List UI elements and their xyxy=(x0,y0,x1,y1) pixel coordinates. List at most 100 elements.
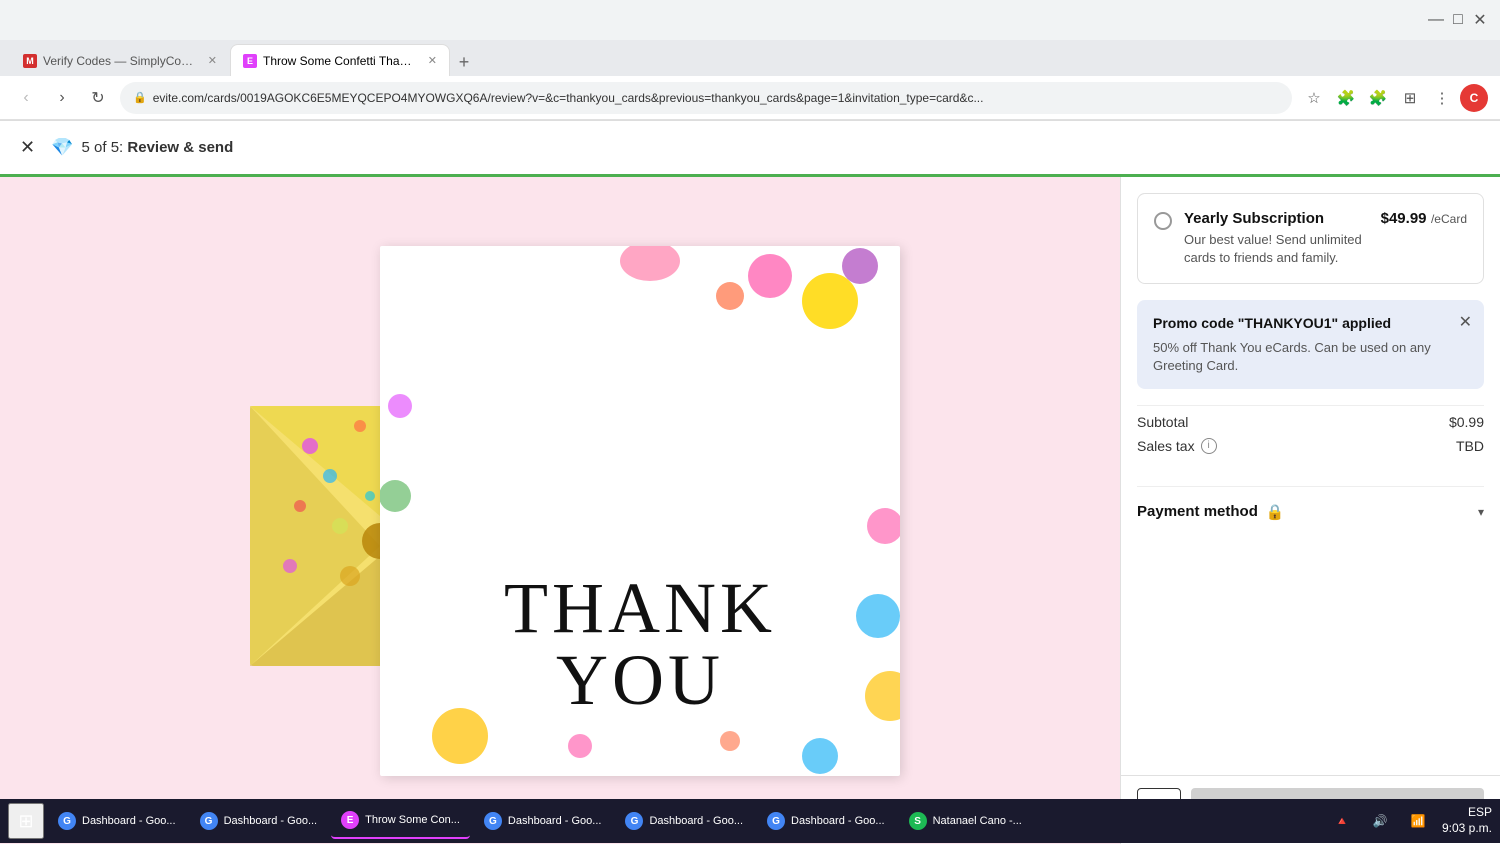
promo-section: Promo code "THANKYOU1" applied 50% off T… xyxy=(1137,300,1484,389)
subscription-info: Yearly Subscription Our best value! Send… xyxy=(1184,210,1369,267)
taskbar-network-icon[interactable]: 📶 xyxy=(1404,807,1432,835)
browser-chrome: — □ ✕ M Verify Codes — SimplyCodes ✕ E T… xyxy=(0,0,1500,121)
payment-chevron-icon[interactable]: ▾ xyxy=(1478,505,1484,519)
back-nav-button[interactable]: ‹ xyxy=(12,84,40,112)
more-menu-button[interactable]: ⋮ xyxy=(1428,84,1456,112)
taskbar-label-5: Dashboard - Goo... xyxy=(791,815,885,827)
card-text-area: THANK YOU xyxy=(380,572,900,716)
app-header: ✕ 💎 5 of 5: Review & send xyxy=(0,121,1500,177)
taskbar-item-0[interactable]: G Dashboard - Goo... xyxy=(48,803,186,839)
taskbar-favicon-0: G xyxy=(58,812,76,830)
tab1-favicon: M xyxy=(23,54,37,68)
taskbar-favicon-2: E xyxy=(341,811,359,829)
nav-right-controls: ☆ 🧩 🧩 ⊞ ⋮ C xyxy=(1300,84,1488,112)
taskbar-item-3[interactable]: G Dashboard - Goo... xyxy=(474,803,612,839)
profile-button[interactable]: C xyxy=(1460,84,1488,112)
payment-title-text: Payment method xyxy=(1137,503,1258,520)
card-you-text: YOU xyxy=(380,644,900,716)
taskbar-item-1[interactable]: G Dashboard - Goo... xyxy=(190,803,328,839)
progress-indicator: 💎 5 of 5: Review & send xyxy=(51,137,233,158)
bookmark-button[interactable]: ☆ xyxy=(1300,84,1328,112)
taskbar-label-2: Throw Some Con... xyxy=(365,814,460,826)
taskbar-item-4[interactable]: G Dashboard - Goo... xyxy=(615,803,753,839)
tab-verify-codes[interactable]: M Verify Codes — SimplyCodes ✕ xyxy=(10,44,230,76)
right-sidebar: Yearly Subscription Our best value! Send… xyxy=(1120,177,1500,844)
reload-button[interactable]: ↻ xyxy=(84,84,112,112)
taskbar-volume-icon[interactable]: 🔊 xyxy=(1366,807,1394,835)
thankyou-card: THANK YOU xyxy=(380,246,900,776)
promo-close-button[interactable]: ✕ xyxy=(1459,312,1472,332)
promo-title: Promo code "THANKYOU1" applied xyxy=(1153,314,1468,332)
payment-header[interactable]: Payment method 🔒 ▾ xyxy=(1137,503,1484,521)
sales-tax-text: Sales tax xyxy=(1137,438,1195,454)
taskbar-favicon-6: S xyxy=(909,812,927,830)
taskbar-time: ESP 9:03 p.m. xyxy=(1442,805,1492,836)
subscription-option[interactable]: Yearly Subscription Our best value! Send… xyxy=(1137,193,1484,284)
subscription-title: Yearly Subscription xyxy=(1184,210,1369,227)
tab-bar: M Verify Codes — SimplyCodes ✕ E Throw S… xyxy=(0,40,1500,76)
taskbar-item-6[interactable]: S Natanael Cano -... xyxy=(899,803,1032,839)
card-preview-area: THANK YOU xyxy=(0,177,1120,844)
taskbar-favicon-1: G xyxy=(200,812,218,830)
taskbar-favicon-3: G xyxy=(484,812,502,830)
subscription-price: $49.99 xyxy=(1381,210,1427,227)
address-bar[interactable]: 🔒 evite.com/cards/0019AGOKC6E5MEYQCEPO4M… xyxy=(120,82,1292,114)
title-bar: — □ ✕ xyxy=(0,0,1500,40)
close-window-button[interactable]: ✕ xyxy=(1472,12,1488,28)
app-close-button[interactable]: ✕ xyxy=(20,137,35,158)
taskbar-clock: 9:03 p.m. xyxy=(1442,821,1492,837)
window-controls[interactable]: — □ ✕ xyxy=(1428,12,1488,28)
taskbar-item-5[interactable]: G Dashboard - Goo... xyxy=(757,803,895,839)
tab2-label: Throw Some Confetti Thank Yo... xyxy=(263,54,418,68)
taskbar-language: ESP xyxy=(1442,805,1492,821)
maximize-button[interactable]: □ xyxy=(1450,12,1466,28)
taskbar-label-4: Dashboard - Goo... xyxy=(649,815,743,827)
totals-section: Subtotal $0.99 Sales tax i TBD xyxy=(1137,405,1484,470)
extension3-button[interactable]: ⊞ xyxy=(1396,84,1424,112)
taskbar-label-1: Dashboard - Goo... xyxy=(224,815,318,827)
sidebar-scroll-area[interactable]: Yearly Subscription Our best value! Send… xyxy=(1121,177,1500,775)
tab2-favicon: E xyxy=(243,54,257,68)
tab1-close[interactable]: ✕ xyxy=(208,54,217,67)
taskbar-favicon-5: G xyxy=(767,812,785,830)
subscription-price-unit: /eCard xyxy=(1431,212,1467,226)
promo-description: 50% off Thank You eCards. Can be used on… xyxy=(1153,339,1468,375)
sales-tax-label: Sales tax i xyxy=(1137,438,1217,454)
taskbar: ⊞ G Dashboard - Goo... G Dashboard - Goo… xyxy=(0,799,1500,843)
main-content: THANK YOU Yearly Subscription Our best v… xyxy=(0,177,1500,844)
extension2-button[interactable]: 🧩 xyxy=(1364,84,1392,112)
subscription-description: Our best value! Send unlimited cards to … xyxy=(1184,231,1369,267)
card-thank-text: THANK xyxy=(380,572,900,644)
sales-tax-info-icon[interactable]: i xyxy=(1201,438,1217,454)
tab1-label: Verify Codes — SimplyCodes xyxy=(43,54,198,68)
start-button[interactable]: ⊞ xyxy=(8,803,44,839)
extension1-button[interactable]: 🧩 xyxy=(1332,84,1360,112)
diamond-icon: 💎 xyxy=(51,137,73,158)
payment-section: Payment method 🔒 ▾ xyxy=(1137,486,1484,537)
address-text: evite.com/cards/0019AGOKC6E5MEYQCEPO4MYO… xyxy=(153,91,1279,105)
taskbar-label-0: Dashboard - Goo... xyxy=(82,815,176,827)
taskbar-label-6: Natanael Cano -... xyxy=(933,815,1022,827)
forward-nav-button[interactable]: › xyxy=(48,84,76,112)
subscription-radio[interactable] xyxy=(1154,212,1172,230)
sales-tax-value: TBD xyxy=(1456,438,1484,454)
sales-tax-row: Sales tax i TBD xyxy=(1137,438,1484,454)
payment-lock-icon: 🔒 xyxy=(1266,503,1285,521)
tab-throw-confetti[interactable]: E Throw Some Confetti Thank Yo... ✕ xyxy=(230,44,450,76)
navigation-bar: ‹ › ↻ 🔒 evite.com/cards/0019AGOKC6E5MEYQ… xyxy=(0,76,1500,120)
subtotal-label: Subtotal xyxy=(1137,414,1188,430)
progress-step: 5 of 5: xyxy=(82,139,124,156)
new-tab-button[interactable]: + xyxy=(450,48,478,76)
taskbar-notification-icon[interactable]: 🔺 xyxy=(1328,807,1356,835)
payment-title: Payment method 🔒 xyxy=(1137,503,1285,521)
subtotal-value: $0.99 xyxy=(1449,414,1484,430)
subtotal-row: Subtotal $0.99 xyxy=(1137,414,1484,430)
minimize-button[interactable]: — xyxy=(1428,12,1444,28)
taskbar-item-2[interactable]: E Throw Some Con... xyxy=(331,803,470,839)
progress-text: 5 of 5: Review & send xyxy=(82,139,234,156)
lock-icon: 🔒 xyxy=(133,91,147,104)
tab2-close[interactable]: ✕ xyxy=(428,54,437,67)
taskbar-label-3: Dashboard - Goo... xyxy=(508,815,602,827)
taskbar-favicon-4: G xyxy=(625,812,643,830)
taskbar-right: 🔺 🔊 📶 ESP 9:03 p.m. xyxy=(1328,805,1492,836)
